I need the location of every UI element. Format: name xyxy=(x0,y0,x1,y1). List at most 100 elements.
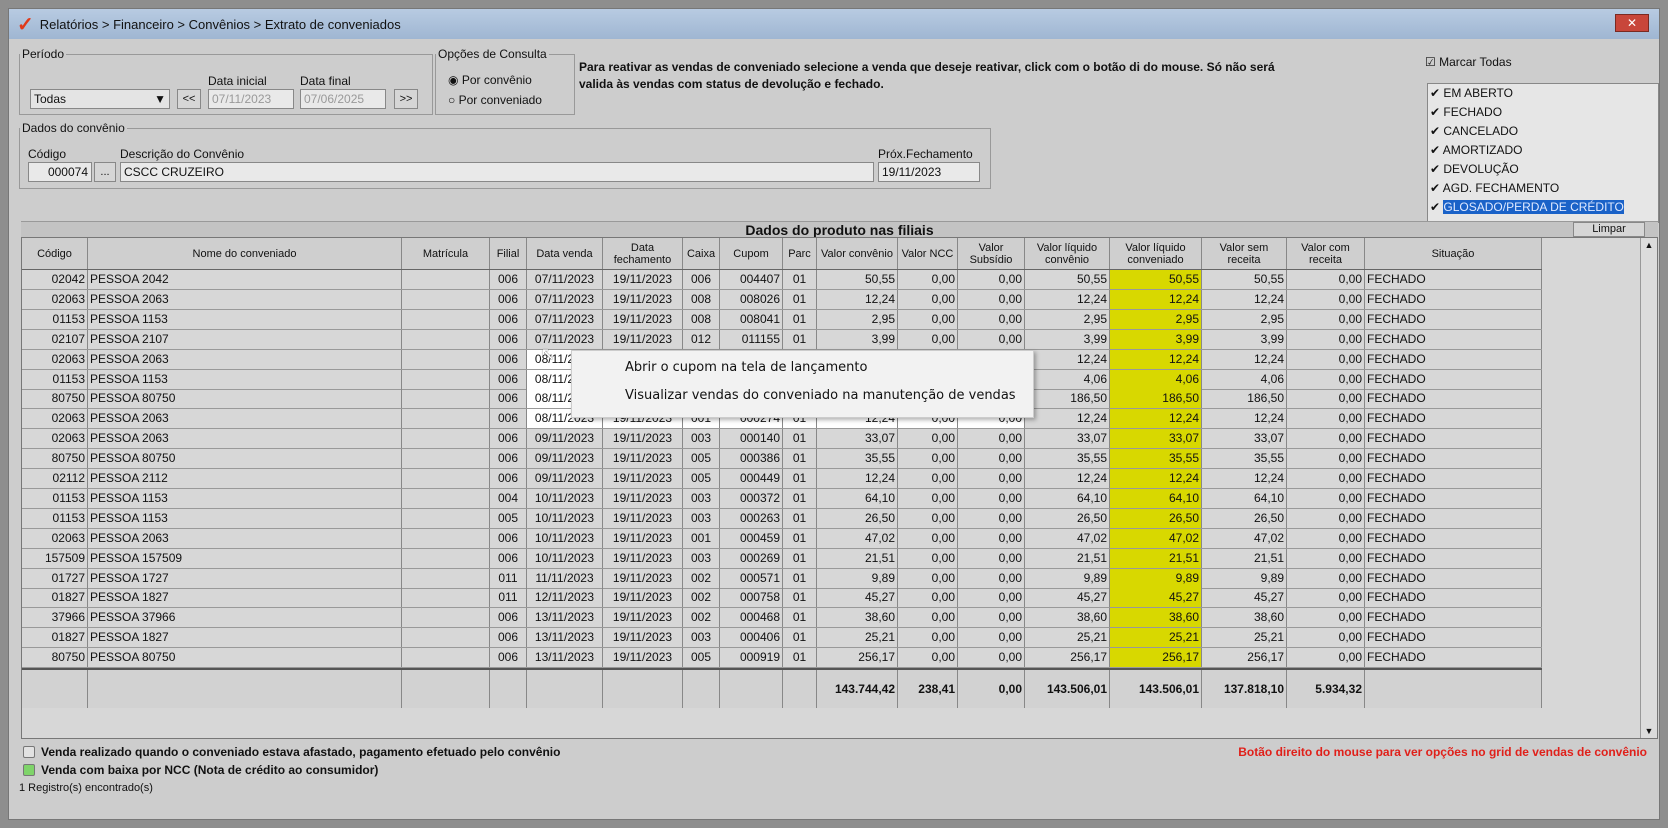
column-header[interactable]: Situação xyxy=(1365,238,1542,269)
column-header[interactable]: Valor líquido convênio xyxy=(1025,238,1110,269)
convenio-group: Dados do convênio Código 000074 ... Desc… xyxy=(19,121,991,189)
table-cell: 186,50 xyxy=(1202,389,1287,409)
column-header[interactable]: Valor sem receita xyxy=(1202,238,1287,269)
table-cell: 006 xyxy=(683,270,720,289)
table-cell: 157509 xyxy=(22,548,88,568)
table-cell: 25,21 xyxy=(1202,628,1287,648)
table-row[interactable]: 157509 PESSOA 157509 006 10/11/2023 19/11/20… xyxy=(22,548,1542,569)
menu-item-visualizar-vendas[interactable]: Visualizar vendas do conveniado na manut… xyxy=(572,382,1033,410)
table-cell: 12,24 xyxy=(1025,289,1110,309)
table-cell: 19/11/2023 xyxy=(603,429,683,449)
column-header[interactable]: Código xyxy=(22,238,88,269)
table-row[interactable]: 02063 PESSOA 2063 006 10/11/2023 19/11/2023 0… xyxy=(22,528,1542,549)
column-header[interactable]: Valor Subsídio xyxy=(958,238,1025,269)
table-cell: 000386 xyxy=(720,449,783,469)
column-header[interactable]: Parc xyxy=(783,238,817,269)
table-cell: 01 xyxy=(783,329,817,349)
table-row[interactable]: 02112 PESSOA 2112 006 09/11/2023 19/11/2023 0… xyxy=(22,469,1542,489)
status-filter-item[interactable]: ✔ AMORTIZADO xyxy=(1428,141,1658,160)
column-header[interactable]: Caixa xyxy=(683,238,720,269)
table-cell: 003 xyxy=(683,628,720,648)
status-filter-list[interactable]: ✔ EM ABERTO ✔ FECHADO ✔ CANCELADO ✔ AMORTIZ… xyxy=(1427,83,1659,223)
table-cell: FECHADO xyxy=(1365,389,1542,409)
column-header[interactable]: Data fechamento xyxy=(603,238,683,269)
table-cell xyxy=(402,648,490,668)
scroll-up-icon[interactable]: ▲ xyxy=(1641,240,1657,250)
menu-item-abrir-cupom[interactable]: Abrir o cupom na tela de lançamento xyxy=(572,354,1033,382)
table-cell xyxy=(402,429,490,449)
column-header[interactable]: Valor NCC xyxy=(898,238,958,269)
prev-period-button[interactable]: << xyxy=(177,89,201,109)
table-cell: 0,00 xyxy=(898,329,958,349)
close-button[interactable]: ✕ xyxy=(1615,14,1649,32)
radio-por-conveniado[interactable]: ○ Por conveniado xyxy=(448,93,542,107)
radio-por-conveniado-label: Por conveniado xyxy=(458,93,542,107)
status-filter-item[interactable]: ✔ GLOSADO/PERDA DE CRÉDITO xyxy=(1428,198,1658,217)
periodo-select[interactable]: Todas ▼ xyxy=(30,89,170,109)
status-filter-item[interactable]: ✔ CANCELADO xyxy=(1428,122,1658,141)
data-final-input[interactable]: 07/06/2025 xyxy=(300,89,386,109)
column-header[interactable]: Nome do conveniado xyxy=(88,238,402,269)
table-row[interactable]: 02042 PESSOA 2042 006 07/11/2023 19/11/2023 0… xyxy=(22,270,1542,290)
table-cell: 01 xyxy=(783,648,817,668)
table-cell: 256,17 xyxy=(817,648,898,668)
prox-fechamento-input[interactable]: 19/11/2023 xyxy=(878,162,980,182)
marcar-todas-checkbox[interactable]: ☑ Marcar Todas xyxy=(1425,55,1512,69)
convenio-lookup-button[interactable]: ... xyxy=(94,162,116,182)
limpar-button[interactable]: Limpar xyxy=(1573,222,1645,237)
column-header[interactable]: Cupom xyxy=(720,238,783,269)
total-cell xyxy=(402,670,490,708)
table-cell: 12,24 xyxy=(817,289,898,309)
next-period-button[interactable]: >> xyxy=(394,89,418,109)
table-row[interactable]: 01727 PESSOA 1727 011 11/11/2023 19/11/2023 0… xyxy=(22,568,1542,589)
table-cell: 011 xyxy=(490,568,527,588)
column-header[interactable]: Matrícula xyxy=(402,238,490,269)
column-header[interactable]: Filial xyxy=(490,238,527,269)
table-cell: 01153 xyxy=(22,369,88,389)
total-cell xyxy=(683,670,720,708)
table-cell: 005 xyxy=(683,648,720,668)
radio-por-convenio[interactable]: ◉ Por convênio xyxy=(448,73,532,87)
column-header[interactable]: Valor com receita xyxy=(1287,238,1365,269)
table-row[interactable]: 01827 PESSOA 1827 011 12/11/2023 19/11/2023 0… xyxy=(22,588,1542,609)
table-cell: 006 xyxy=(490,648,527,668)
table-cell: PESSOA 1727 xyxy=(88,568,402,588)
vertical-scrollbar[interactable]: ▲ ▼ xyxy=(1640,238,1657,738)
table-cell: 008 xyxy=(683,309,720,329)
scroll-down-icon[interactable]: ▼ xyxy=(1641,726,1657,736)
table-cell: 011155 xyxy=(720,329,783,349)
info-note: Para reativar as vendas de conveniado se… xyxy=(579,60,1275,91)
table-row[interactable]: 80750 PESSOA 80750 006 09/11/2023 19/11/2023… xyxy=(22,449,1542,470)
table-cell: 38,60 xyxy=(1202,608,1287,628)
table-cell: 0,00 xyxy=(958,469,1025,488)
table-cell: 0,00 xyxy=(958,548,1025,568)
total-cell xyxy=(88,670,402,708)
table-row[interactable]: 02063 PESSOA 2063 006 09/11/2023 19/11/2023 0… xyxy=(22,429,1542,450)
table-row[interactable]: 01153 PESSOA 1153 005 10/11/2023 19/11/2023 0… xyxy=(22,508,1542,529)
status-filter-item[interactable]: ✔ DEVOLUÇÃO xyxy=(1428,160,1658,179)
status-filter-item[interactable]: ✔ FECHADO xyxy=(1428,103,1658,122)
status-filter-item[interactable]: ✔ AGD. FECHAMENTO xyxy=(1428,179,1658,198)
table-cell: 01 xyxy=(783,488,817,508)
table-row[interactable]: 02107 PESSOA 2107 006 07/11/2023 19/11/2023 0… xyxy=(22,329,1542,350)
table-row[interactable]: 01827 PESSOA 1827 006 13/11/2023 19/11/2023 0… xyxy=(22,628,1542,649)
table-row[interactable]: 02063 PESSOA 2063 006 07/11/2023 19/11/2023 0… xyxy=(22,289,1542,310)
table-row[interactable]: 01153 PESSOA 1153 004 10/11/2023 19/11/2023 0… xyxy=(22,488,1542,509)
table-cell: PESSOA 1827 xyxy=(88,628,402,648)
table-row[interactable]: 80750 PESSOA 80750 006 13/11/2023 19/11/2023… xyxy=(22,648,1542,669)
table-cell: FECHADO xyxy=(1365,369,1542,389)
table-row[interactable]: 37966 PESSOA 37966 006 13/11/2023 19/11/2023… xyxy=(22,608,1542,629)
status-filter-item[interactable]: ✔ EM ABERTO xyxy=(1428,84,1658,103)
column-header[interactable]: Data venda xyxy=(527,238,603,269)
chevron-down-icon: ▼ xyxy=(154,92,166,106)
codigo-input[interactable]: 000074 xyxy=(28,162,92,182)
table-row[interactable]: 01153 PESSOA 1153 006 07/11/2023 19/11/2023 0… xyxy=(22,309,1542,330)
total-cell xyxy=(720,670,783,708)
table-cell: 33,07 xyxy=(817,429,898,449)
column-header[interactable]: Valor líquido conveniado xyxy=(1110,238,1202,269)
sales-grid[interactable]: Código Nome do conveniado Matrícula Filial D… xyxy=(21,237,1658,739)
column-header[interactable]: Valor convênio xyxy=(817,238,898,269)
table-cell: PESSOA 2063 xyxy=(88,429,402,449)
data-inicial-input[interactable]: 07/11/2023 xyxy=(208,89,294,109)
descricao-input[interactable]: CSCC CRUZEIRO xyxy=(120,162,874,182)
